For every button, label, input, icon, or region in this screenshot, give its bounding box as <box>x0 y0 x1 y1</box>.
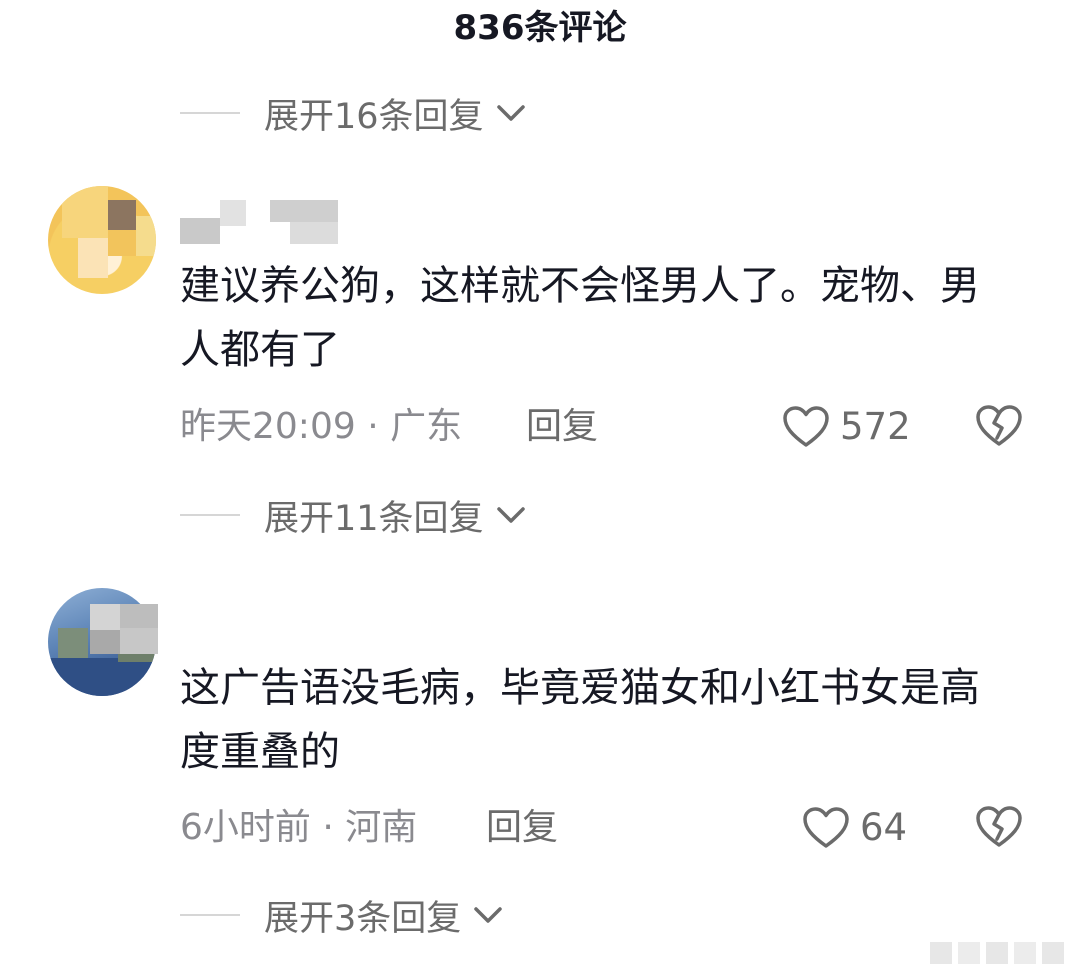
comment-meta: 昨天20:09 · 广东 <box>180 406 463 447</box>
comments-title: 836条评论 <box>453 8 627 48</box>
dislike-button[interactable] <box>975 404 1023 452</box>
watermark <box>930 942 1064 964</box>
username-blurred[interactable] <box>180 200 340 246</box>
reply-button[interactable]: 回复 <box>486 803 558 853</box>
divider-line <box>180 514 240 516</box>
reply-button[interactable]: 回复 <box>526 402 598 452</box>
comment-text: 建议养公狗，这样就不会怪男人了。宠物、男人都有了 <box>180 263 980 373</box>
expand-replies-label: 展开3条回复 <box>264 898 462 939</box>
like-button[interactable]: 572 <box>782 402 911 452</box>
avatar[interactable] <box>48 186 156 294</box>
expand-replies-label: 展开11条回复 <box>264 498 484 539</box>
expand-replies-button[interactable]: 展开11条回复 <box>180 490 526 540</box>
divider-line <box>180 112 240 114</box>
expand-replies-label: 展开16条回复 <box>264 96 484 137</box>
dislike-button[interactable] <box>975 805 1023 853</box>
divider-line <box>180 914 240 916</box>
broken-heart-icon <box>976 806 1022 847</box>
chevron-down-icon <box>473 905 503 925</box>
like-count: 572 <box>840 405 911 448</box>
heart-icon <box>783 406 829 447</box>
expand-replies-button[interactable]: 展开3条回复 <box>180 890 503 940</box>
comment-meta: 6小时前 · 河南 <box>180 807 418 848</box>
heart-icon <box>803 807 849 848</box>
chevron-down-icon <box>496 103 526 123</box>
broken-heart-icon <box>976 405 1022 446</box>
comment-text: 这广告语没毛病，毕竟爱猫女和小红书女是高度重叠的 <box>180 665 980 775</box>
like-button[interactable]: 64 <box>802 803 907 853</box>
chevron-down-icon <box>496 505 526 525</box>
expand-replies-button[interactable]: 展开16条回复 <box>180 88 526 138</box>
like-count: 64 <box>860 806 908 849</box>
username-blurred[interactable] <box>90 604 160 654</box>
